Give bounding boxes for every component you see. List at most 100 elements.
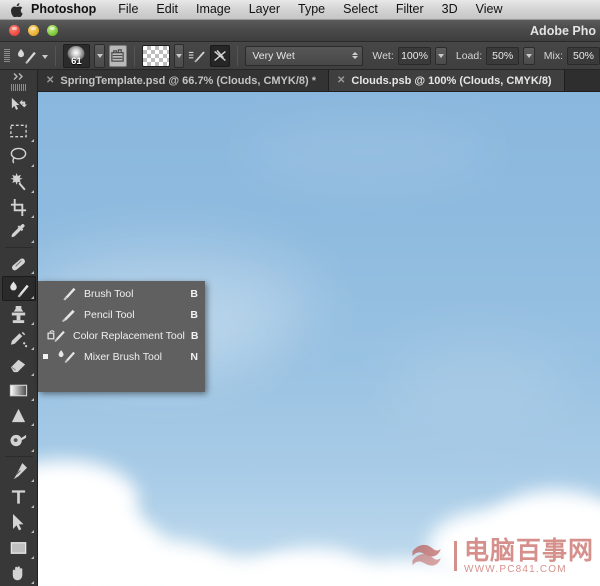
watermark-divider: [454, 541, 457, 571]
flyout-item-label: Color Replacement Tool: [73, 330, 185, 342]
chevron-down-icon: [526, 54, 532, 58]
flyout-indicator-icon: [31, 296, 34, 299]
hand-icon: [9, 565, 28, 581]
eraser-icon: [9, 355, 28, 374]
flyout-indicator-icon: [31, 240, 34, 243]
load-brush-glyph: [188, 48, 206, 64]
tool-eyedropper[interactable]: [2, 220, 36, 245]
chevron-down-icon: [176, 54, 182, 58]
zoom-button[interactable]: [47, 25, 58, 36]
load-value-field[interactable]: 50%: [486, 47, 519, 65]
flyout-item-pencil-tool[interactable]: Pencil Tool B: [38, 304, 205, 325]
divider: [55, 46, 56, 66]
marquee-icon: [9, 123, 28, 139]
tab-spring-template[interactable]: ✕ SpringTemplate.psd @ 66.7% (Clouds, CM…: [38, 70, 329, 91]
flyout-item-shortcut: N: [190, 351, 198, 363]
divider: [134, 46, 135, 66]
flyout-item-mixer-brush-tool[interactable]: Mixer Brush Tool N: [38, 346, 205, 367]
menu-item-view[interactable]: View: [467, 0, 512, 19]
flyout-indicator-icon: [31, 581, 34, 584]
mixer-preset-combo[interactable]: Very Wet: [245, 46, 363, 66]
load-dropdown-button[interactable]: [523, 47, 535, 65]
history-brush-icon: [9, 330, 28, 349]
tool-crop[interactable]: [2, 195, 36, 220]
mixer-brush-glyph: [57, 349, 77, 364]
watermark-url: WWW.PC841.COM: [464, 565, 594, 575]
menu-item-image[interactable]: Image: [187, 0, 240, 19]
tool-blur[interactable]: [2, 403, 36, 428]
selected-marker: [41, 354, 50, 359]
menu-item-3d[interactable]: 3D: [433, 0, 467, 19]
flyout-indicator-icon: [31, 479, 34, 482]
brush-panel-toggle-icon[interactable]: [109, 45, 127, 67]
chevron-down-icon: [97, 54, 103, 58]
tab-label: Clouds.psb @ 100% (Clouds, CMYK/8): [351, 75, 551, 87]
tool-mixer-brush[interactable]: [2, 276, 36, 301]
wet-value-field[interactable]: 100%: [398, 47, 431, 65]
tool-quick-selection[interactable]: [2, 169, 36, 194]
tool-hand[interactable]: [2, 561, 36, 586]
tool-panel-collapse-button[interactable]: [0, 70, 38, 82]
clean-brush-icon[interactable]: [210, 45, 230, 67]
close-button[interactable]: [9, 25, 20, 36]
brush-size-value: 61: [71, 56, 82, 67]
eyedropper-icon: [9, 223, 28, 242]
menu-item-file[interactable]: File: [109, 0, 147, 19]
menu-item-filter[interactable]: Filter: [387, 0, 433, 19]
options-bar-grip[interactable]: [2, 47, 12, 65]
tool-eraser[interactable]: [2, 352, 36, 377]
tool-lasso[interactable]: [2, 144, 36, 169]
flyout-item-color-replacement-tool[interactable]: Color Replacement Tool B: [38, 325, 205, 346]
sky-haze: [238, 122, 498, 182]
close-icon[interactable]: ✕: [46, 76, 54, 86]
flyout-indicator-icon: [31, 322, 34, 325]
apple-logo-icon[interactable]: [0, 3, 26, 17]
tool-rectangle-shape[interactable]: [2, 535, 36, 560]
flyout-item-shortcut: B: [190, 288, 198, 300]
tool-type[interactable]: [2, 484, 36, 509]
tool-dodge[interactable]: [2, 428, 36, 453]
tool-spot-healing-brush[interactable]: [2, 250, 36, 275]
minimize-button[interactable]: [28, 25, 39, 36]
tool-clone-stamp[interactable]: [2, 301, 36, 326]
tool-gradient[interactable]: [2, 378, 36, 403]
tool-history-brush[interactable]: [2, 327, 36, 352]
menu-item-type[interactable]: Type: [289, 0, 334, 19]
close-icon[interactable]: ✕: [337, 76, 345, 86]
menu-item-select[interactable]: Select: [334, 0, 387, 19]
watermark-logo-icon: [407, 536, 447, 576]
rectangle-shape-icon: [9, 540, 28, 556]
tool-panel-grip[interactable]: [0, 82, 38, 93]
flyout-item-brush-tool[interactable]: Brush Tool B: [38, 283, 205, 304]
flyout-indicator-icon: [31, 398, 34, 401]
divider: [237, 46, 238, 66]
tab-clouds[interactable]: ✕ Clouds.psb @ 100% (Clouds, CMYK/8): [329, 70, 565, 91]
flyout-indicator-icon: [31, 271, 34, 274]
wet-dropdown-button[interactable]: [435, 47, 447, 65]
mixer-preset-value: Very Wet: [252, 50, 294, 62]
menu-item-photoshop[interactable]: Photoshop: [26, 0, 109, 19]
tool-pen[interactable]: [2, 459, 36, 484]
tool-move[interactable]: [2, 93, 36, 118]
flyout-indicator-icon: [31, 530, 34, 533]
stepper-icon: [352, 52, 358, 59]
clean-brush-glyph: [211, 48, 229, 64]
flyout-indicator-icon: [31, 423, 34, 426]
brush-load-dropdown-button[interactable]: [174, 44, 185, 68]
brush-preset-picker[interactable]: 61: [63, 44, 91, 68]
watermark-text: 电脑百事网 WWW.PC841.COM: [464, 538, 594, 575]
flyout-indicator-icon: [31, 190, 34, 193]
tool-preset-dropdown[interactable]: [42, 50, 48, 62]
tool-rectangular-marquee[interactable]: [2, 118, 36, 143]
wet-label: Wet:: [372, 50, 393, 62]
brush-preset-dropdown-button[interactable]: [94, 44, 105, 68]
active-tool-mixer-brush-icon[interactable]: [16, 45, 38, 67]
menu-item-layer[interactable]: Layer: [240, 0, 289, 19]
tool-path-selection[interactable]: [2, 510, 36, 535]
brush-glyph: [58, 286, 77, 301]
menu-item-edit[interactable]: Edit: [147, 0, 187, 19]
current-brush-load-swatch[interactable]: [142, 45, 170, 67]
mix-value-field[interactable]: 50%: [567, 47, 600, 65]
double-chevron-right-icon: [13, 72, 25, 81]
load-brush-icon[interactable]: [188, 45, 206, 67]
